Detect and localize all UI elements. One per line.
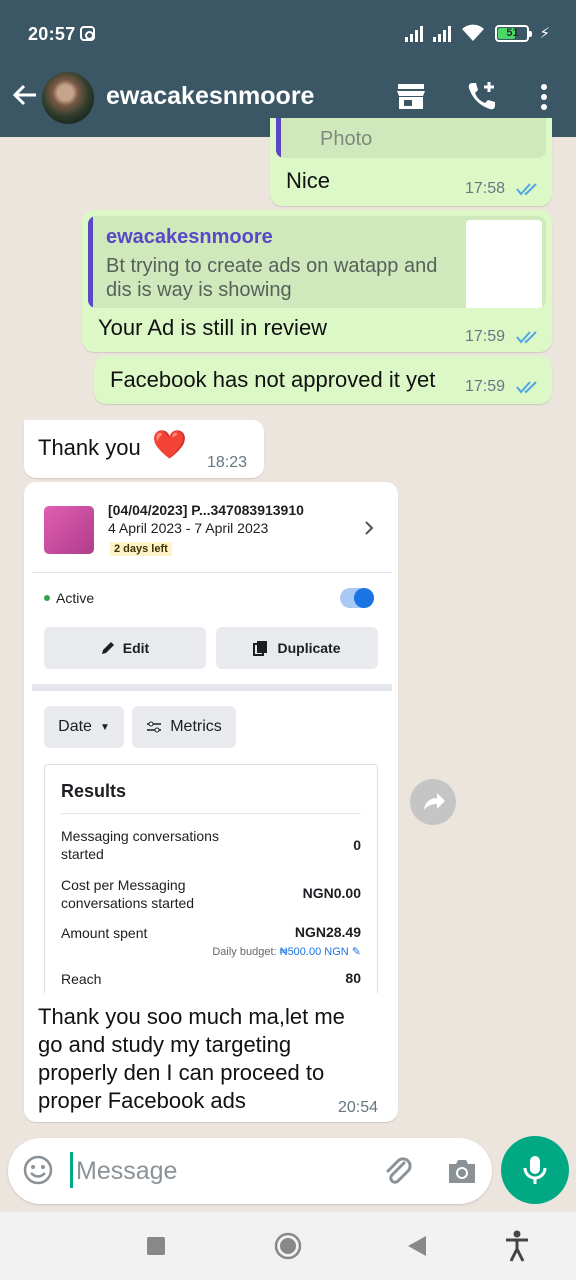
message-caption: Thank you soo much ma,let me go and stud…	[38, 1004, 345, 1113]
daily-budget: Daily budget: ₦500.00 NGN ✎	[212, 945, 361, 958]
camera-icon[interactable]	[446, 1156, 478, 1186]
voice-message-button[interactable]	[501, 1136, 569, 1204]
heart-emoji: ❤️	[152, 429, 187, 460]
message-time: 17:58	[465, 180, 506, 197]
ad-dates: 4 April 2023 - 7 April 2023	[108, 520, 269, 536]
date-label: Date	[58, 718, 92, 735]
recents-icon[interactable]	[146, 1236, 166, 1256]
results-card: Results Messaging conversations started …	[44, 764, 378, 993]
outgoing-message[interactable]: Photo Nice 17:58	[270, 118, 552, 206]
result-row-label: Messaging conversations started	[61, 828, 219, 862]
partial-photo-label: Photo	[320, 128, 373, 150]
edit-button: Edit	[44, 627, 206, 669]
result-row-value: NGN28.49	[294, 924, 361, 940]
instagram-notification-icon	[80, 26, 95, 41]
ad-status: Active	[56, 590, 95, 606]
emoji-icon[interactable]	[22, 1154, 54, 1186]
budget-value: ₦500.00 NGN	[279, 946, 349, 958]
quoted-photo: Photo	[276, 118, 546, 158]
contact-name[interactable]: ewacakesnmoore	[106, 82, 314, 111]
battery-icon: 51	[495, 24, 533, 42]
charging-icon: ⚡	[539, 25, 550, 42]
forward-icon	[424, 793, 445, 810]
sliders-icon	[147, 721, 162, 733]
message-time: 20:54	[338, 1099, 379, 1116]
contact-avatar[interactable]	[42, 72, 94, 124]
pencil-icon: ✎	[351, 946, 361, 958]
read-receipt-icon	[516, 381, 537, 394]
store-icon[interactable]	[396, 82, 426, 110]
quote-thumbnail	[466, 220, 542, 308]
budget-label: Daily budget:	[212, 946, 277, 958]
home-icon[interactable]	[274, 1232, 302, 1260]
outgoing-message[interactable]: Facebook has not approved it yet 17:59	[94, 356, 552, 404]
results-title: Results	[61, 781, 127, 801]
battery-level: 51	[506, 26, 519, 39]
message-text: Your Ad is still in review	[98, 315, 328, 340]
duplicate-label: Duplicate	[277, 640, 341, 656]
add-call-icon[interactable]	[466, 80, 498, 112]
status-bar: 20:57 51 ⚡	[0, 0, 576, 70]
chevron-right-icon	[365, 521, 374, 535]
back-arrow-icon[interactable]	[10, 80, 40, 110]
result-row-label: Cost per Messaging conversations started	[61, 877, 195, 911]
back-nav-icon[interactable]	[406, 1234, 428, 1258]
signal-icon	[405, 24, 424, 42]
status-time: 20:57	[28, 24, 76, 44]
result-row-label: Reach	[61, 971, 102, 987]
date-filter: Date ▼	[44, 706, 124, 748]
metrics-label: Metrics	[170, 718, 222, 735]
message-time: 18:23	[207, 454, 248, 471]
result-row-label: Amount spent	[61, 925, 148, 941]
text-cursor	[70, 1152, 73, 1188]
outgoing-reply-message[interactable]: ewacakesnmoore Bt trying to create ads o…	[82, 210, 552, 352]
message-time: 17:59	[465, 378, 506, 395]
edit-label: Edit	[122, 640, 150, 656]
quote-author: ewacakesnmoore	[106, 226, 273, 248]
active-toggle	[340, 588, 374, 608]
result-row-value: NGN0.00	[302, 885, 361, 901]
wifi-icon	[462, 24, 485, 41]
result-row-value: 80	[345, 970, 361, 986]
days-left-badge: 2 days left	[110, 542, 172, 556]
result-row-value: 0	[353, 837, 361, 853]
message-text: Nice	[286, 168, 331, 193]
ad-title: [04/04/2023] P...347083913910	[108, 502, 304, 518]
accessibility-icon[interactable]	[504, 1230, 530, 1262]
quote-text: Bt trying to create ads on watapp and di…	[106, 255, 438, 301]
incoming-message[interactable]: Thank you ❤️ 18:23	[24, 420, 264, 478]
metrics-filter: Metrics	[132, 706, 236, 748]
message-composer	[8, 1138, 492, 1204]
message-time: 17:59	[465, 328, 506, 345]
message-text: Thank you	[38, 435, 141, 460]
mic-icon	[523, 1156, 547, 1184]
signal-icon-2	[433, 24, 452, 42]
quoted-message[interactable]: ewacakesnmoore Bt trying to create ads o…	[88, 216, 546, 308]
read-receipt-icon	[516, 331, 537, 344]
duplicate-button: Duplicate	[216, 627, 378, 669]
caret-down-icon: ▼	[99, 721, 110, 733]
forward-button[interactable]	[410, 779, 456, 825]
copy-icon	[253, 641, 268, 656]
ad-thumbnail	[44, 506, 94, 554]
message-input[interactable]	[76, 1148, 376, 1194]
ad-screenshot-image[interactable]: [04/04/2023] P...347083913910 4 April 20…	[32, 488, 392, 993]
top-bar: 20:57 51 ⚡ ewacakesnmoore	[0, 0, 576, 137]
active-dot	[44, 595, 50, 601]
pencil-icon	[101, 642, 114, 654]
attach-icon[interactable]	[380, 1154, 414, 1188]
more-vert-icon[interactable]	[534, 82, 554, 112]
message-text: Facebook has not approved it yet	[110, 367, 436, 392]
system-nav-bar	[0, 1212, 576, 1280]
read-receipt-icon	[516, 183, 537, 196]
status-icons: 51 ⚡	[405, 24, 550, 42]
